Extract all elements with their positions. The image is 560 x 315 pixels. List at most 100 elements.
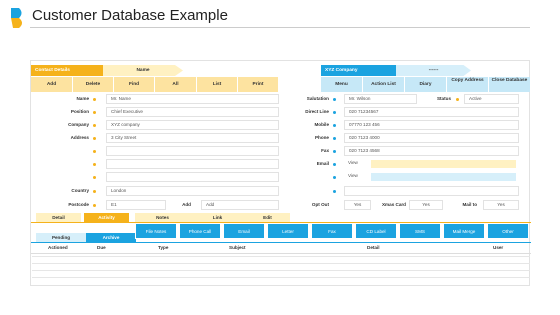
country-marker [93, 190, 96, 193]
tab-link[interactable]: Link [190, 213, 245, 222]
mail-merge-button[interactable]: Mail Merge [443, 223, 485, 239]
title-divider [30, 27, 530, 28]
mobile-marker [333, 124, 336, 127]
cd-label-button[interactable]: CD Label [355, 223, 397, 239]
email-view-link-2[interactable]: View [344, 172, 369, 182]
list-button[interactable]: List [197, 77, 238, 92]
tab-archive[interactable]: Archive [86, 233, 136, 242]
address-marker-4 [93, 176, 96, 179]
column-detail[interactable]: Detail [367, 245, 380, 250]
position-marker [93, 111, 96, 114]
company-field[interactable]: XYZ company [106, 120, 279, 130]
address-field-3[interactable] [106, 159, 279, 169]
column-due[interactable]: Due [97, 245, 106, 250]
opt-out-label: Opt Out [311, 202, 329, 207]
email-field-2[interactable] [371, 173, 516, 181]
address-field-1[interactable]: 3 City Street [106, 133, 279, 143]
address-marker-3 [93, 163, 96, 166]
address-label: Address [70, 135, 89, 140]
table-row[interactable] [32, 270, 530, 271]
email-button[interactable]: Email [223, 223, 265, 239]
logo-icon [11, 8, 22, 28]
table-row[interactable] [32, 277, 530, 278]
customer-database-panel: Contact Details Name XYZ Company ------ … [30, 60, 531, 286]
name-label: Name [76, 96, 89, 101]
letter-button[interactable]: Letter [267, 223, 309, 239]
add-field[interactable]: Add [201, 200, 279, 210]
mobile-label: Mobile [314, 122, 329, 127]
phone-label: Phone [314, 135, 329, 140]
phone-call-button[interactable]: Phone Call [179, 223, 221, 239]
print-button[interactable]: Print [238, 77, 279, 92]
direct-line-field[interactable]: 020 71234567 [344, 107, 519, 117]
address-field-4[interactable] [106, 172, 279, 182]
country-field[interactable]: London [106, 186, 279, 196]
salutation-marker [333, 98, 336, 101]
tab-pending[interactable]: Pending [36, 233, 86, 242]
table-row[interactable] [32, 263, 530, 264]
fax-marker [333, 150, 336, 153]
diary-button[interactable]: Diary [405, 77, 447, 92]
phone-marker [333, 137, 336, 140]
page-title: Customer Database Example [32, 7, 228, 24]
phone-field[interactable]: 020 7123 4000 [344, 133, 519, 143]
mobile-field[interactable]: 07770 123 456 [344, 120, 519, 130]
email-field-1[interactable] [371, 160, 516, 168]
email-marker-1 [333, 163, 336, 166]
column-subject[interactable]: Subject [229, 245, 246, 250]
direct-line-marker [333, 111, 336, 114]
address-marker [93, 137, 96, 140]
company-label: Company [68, 122, 89, 127]
fax-label: Fax [321, 148, 329, 153]
postcode-marker [93, 204, 96, 207]
address-field-2[interactable] [106, 146, 279, 156]
mail-to-field[interactable]: Yes [483, 200, 519, 210]
postcode-label: Postcode [68, 202, 89, 207]
all-button[interactable]: All [155, 77, 197, 92]
copy-address-button[interactable]: Copy Address [447, 77, 489, 92]
country-label: Country [71, 188, 89, 193]
company-marker [93, 124, 96, 127]
company-header-tab[interactable]: ------ [396, 65, 471, 76]
action-list-button[interactable]: Action List [363, 77, 405, 92]
tab-activity[interactable]: Activity [84, 213, 129, 222]
name-header-tab[interactable]: Name [103, 65, 183, 76]
position-field[interactable]: Chief Executive [106, 107, 279, 117]
find-button[interactable]: Find [114, 77, 155, 92]
table-header-row [31, 244, 531, 254]
fax-field[interactable]: 020 7123 4568 [344, 146, 519, 156]
xmas-card-label: Xmas Card [381, 202, 406, 207]
add-button[interactable]: Add [31, 77, 73, 92]
email-field-3[interactable] [344, 186, 519, 196]
status-divider [31, 242, 531, 243]
status-marker [456, 98, 459, 101]
address-marker-2 [93, 150, 96, 153]
sms-button[interactable]: SMS [399, 223, 441, 239]
other-button[interactable]: Other [487, 223, 529, 239]
fax-button[interactable]: Fax [311, 223, 353, 239]
name-field[interactable]: Mr. Name [106, 94, 279, 104]
add-label: Add [182, 202, 191, 207]
tab-detail[interactable]: Detail [36, 213, 81, 222]
menu-button[interactable]: Menu [321, 77, 363, 92]
close-database-button[interactable]: Close Database [489, 77, 531, 92]
column-actioned[interactable]: Actioned [48, 245, 68, 250]
table-row[interactable] [32, 256, 530, 257]
tab-notes[interactable]: Notes [135, 213, 190, 222]
email-marker-3 [333, 190, 336, 193]
salutation-label: Salutation [306, 96, 329, 101]
contact-details-header: Contact Details [31, 65, 103, 76]
column-type[interactable]: Type [158, 245, 168, 250]
email-label: Email [316, 161, 329, 166]
email-marker-2 [333, 176, 336, 179]
mail-to-label: Mail to [462, 202, 477, 207]
direct-line-label: Direct Line [305, 109, 329, 114]
email-view-link-1[interactable]: View [344, 159, 369, 169]
file-notes-button[interactable]: File Notes [135, 223, 177, 239]
column-user[interactable]: User [493, 245, 503, 250]
delete-button[interactable]: Delete [73, 77, 114, 92]
status-field[interactable]: Active [464, 94, 519, 104]
name-marker [93, 98, 96, 101]
company-header: XYZ Company [321, 65, 396, 76]
tab-edit[interactable]: Edit [245, 213, 290, 222]
